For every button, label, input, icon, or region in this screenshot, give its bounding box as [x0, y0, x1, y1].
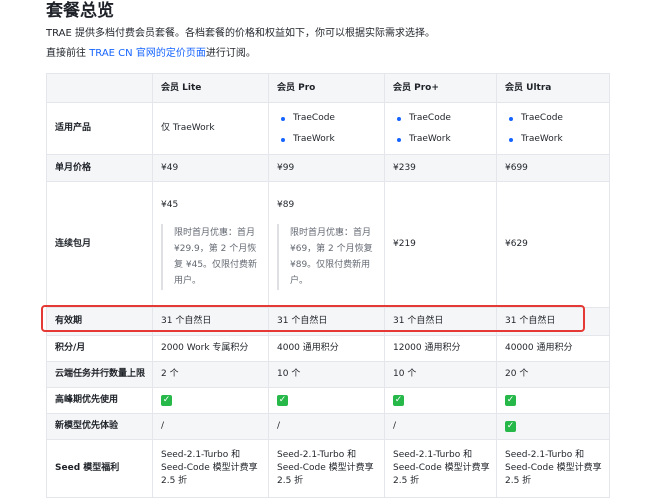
- pricing-note: 直接前往 TRAE CN 官网的定价页面进行订阅。: [46, 47, 256, 61]
- continuous-lite-promo: 限时首月优惠：首月 ¥29.9，第 2 个月恢复 ¥45。仅限付费新用户。: [161, 224, 260, 290]
- tasks-pro: 10 个: [268, 361, 385, 388]
- continuous-pro-price: ¥89: [277, 200, 295, 210]
- newmodel-pro: /: [268, 413, 385, 440]
- row-credits: 积分/月 2000 Work 专属积分 4000 通用积分 12000 通用积分…: [46, 335, 610, 362]
- monthly-ultra: ¥699: [496, 154, 610, 182]
- products-pro-item: TraeWork: [277, 129, 384, 150]
- row-monthly: 单月价格 ¥49 ¥99 ¥239 ¥699: [46, 154, 610, 182]
- products-ultra-item: TraeWork: [505, 129, 609, 150]
- credits-lite: 2000 Work 专属积分: [152, 335, 269, 362]
- peak-lite: ✓: [152, 387, 269, 414]
- row-validity: 有效期 31 个自然日 31 个自然日 31 个自然日 31 个自然日: [46, 307, 610, 336]
- tasks-lite: 2 个: [152, 361, 269, 388]
- continuous-pro: ¥89 限时首月优惠：首月 ¥69，第 2 个月恢复 ¥89。仅限付费新用户。: [268, 181, 385, 308]
- row-newmodel: 新模型优先体验 / / / ✓: [46, 413, 610, 440]
- products-ultra-item: TraeCode: [505, 108, 609, 129]
- row-products: 适用产品 仅 TraeWork TraeCode TraeWork TraeCo…: [46, 102, 610, 155]
- newmodel-lite: /: [152, 413, 269, 440]
- plans-table: 会员 Lite 会员 Pro 会员 Pro+ 会员 Ultra 适用产品 仅 T…: [46, 73, 610, 498]
- continuous-proplus: ¥219: [384, 181, 497, 308]
- validity-lite: 31 个自然日: [152, 307, 269, 336]
- peak-proplus: ✓: [384, 387, 497, 414]
- header-empty: [46, 73, 153, 103]
- continuous-lite: ¥45 限时首月优惠：首月 ¥29.9，第 2 个月恢复 ¥45。仅限付费新用户…: [152, 181, 269, 308]
- tasks-ultra: 20 个: [496, 361, 610, 388]
- note-prefix: 直接前往: [46, 48, 90, 59]
- validity-proplus: 31 个自然日: [384, 307, 497, 336]
- intro-text: TRAE 提供多档付费会员套餐。各档套餐的价格和权益如下，你可以根据实际需求选择…: [46, 28, 435, 39]
- row-continuous: 连续包月 ¥45 限时首月优惠：首月 ¥29.9，第 2 个月恢复 ¥45。仅限…: [46, 181, 610, 308]
- header-proplus: 会员 Pro+: [384, 73, 497, 103]
- note-suffix: 进行订阅。: [205, 48, 256, 59]
- monthly-proplus: ¥239: [384, 154, 497, 182]
- check-icon: ✓: [505, 395, 516, 406]
- pricing-page-link[interactable]: TRAE CN 官网的定价页面: [89, 48, 206, 59]
- peak-label: 高峰期优先使用: [46, 387, 153, 414]
- row-seed: Seed 模型福利 Seed-2.1-Turbo 和 Seed-Code 模型计…: [46, 439, 610, 498]
- header-pro: 会员 Pro: [268, 73, 385, 103]
- credits-ultra: 40000 通用积分: [496, 335, 610, 362]
- validity-ultra: 31 个自然日: [496, 307, 610, 336]
- seed-ultra: Seed-2.1-Turbo 和 Seed-Code 模型计费享 2.5 折: [496, 439, 610, 498]
- products-proplus-item: TraeWork: [393, 129, 496, 150]
- validity-label: 有效期: [46, 307, 153, 336]
- check-icon: ✓: [277, 395, 288, 406]
- monthly-lite: ¥49: [152, 154, 269, 182]
- peak-ultra: ✓: [496, 387, 610, 414]
- continuous-ultra: ¥629: [496, 181, 610, 308]
- products-lite: 仅 TraeWork: [152, 102, 269, 155]
- products-proplus: TraeCode TraeWork: [384, 102, 497, 155]
- row-peak: 高峰期优先使用 ✓ ✓ ✓ ✓: [46, 387, 610, 414]
- validity-pro: 31 个自然日: [268, 307, 385, 336]
- page-title: 套餐总览: [46, 1, 114, 21]
- header-ultra: 会员 Ultra: [496, 73, 610, 103]
- monthly-pro: ¥99: [268, 154, 385, 182]
- credits-pro: 4000 通用积分: [268, 335, 385, 362]
- row-tasks: 云端任务并行数量上限 2 个 10 个 10 个 20 个: [46, 361, 610, 388]
- check-icon: ✓: [505, 421, 516, 432]
- check-icon: ✓: [161, 395, 172, 406]
- products-label: 适用产品: [46, 102, 153, 155]
- header-lite: 会员 Lite: [152, 73, 269, 103]
- credits-proplus: 12000 通用积分: [384, 335, 497, 362]
- monthly-label: 单月价格: [46, 154, 153, 182]
- peak-pro: ✓: [268, 387, 385, 414]
- products-pro: TraeCode TraeWork: [268, 102, 385, 155]
- products-proplus-item: TraeCode: [393, 108, 496, 129]
- seed-proplus: Seed-2.1-Turbo 和 Seed-Code 模型计费享 2.5 折: [384, 439, 497, 498]
- continuous-pro-promo: 限时首月优惠：首月 ¥69，第 2 个月恢复 ¥89。仅限付费新用户。: [277, 224, 376, 290]
- newmodel-label: 新模型优先体验: [46, 413, 153, 440]
- credits-label: 积分/月: [46, 335, 153, 362]
- tasks-proplus: 10 个: [384, 361, 497, 388]
- header-row: 会员 Lite 会员 Pro 会员 Pro+ 会员 Ultra: [46, 73, 610, 103]
- newmodel-proplus: /: [384, 413, 497, 440]
- products-pro-item: TraeCode: [277, 108, 384, 129]
- check-icon: ✓: [393, 395, 404, 406]
- seed-label: Seed 模型福利: [46, 439, 153, 498]
- products-ultra: TraeCode TraeWork: [496, 102, 610, 155]
- tasks-label: 云端任务并行数量上限: [46, 361, 153, 388]
- continuous-label: 连续包月: [46, 181, 153, 308]
- seed-lite: Seed-2.1-Turbo 和 Seed-Code 模型计费享 2.5 折: [152, 439, 269, 498]
- seed-pro: Seed-2.1-Turbo 和 Seed-Code 模型计费享 2.5 折: [268, 439, 385, 498]
- continuous-lite-price: ¥45: [161, 200, 179, 210]
- newmodel-ultra: ✓: [496, 413, 610, 440]
